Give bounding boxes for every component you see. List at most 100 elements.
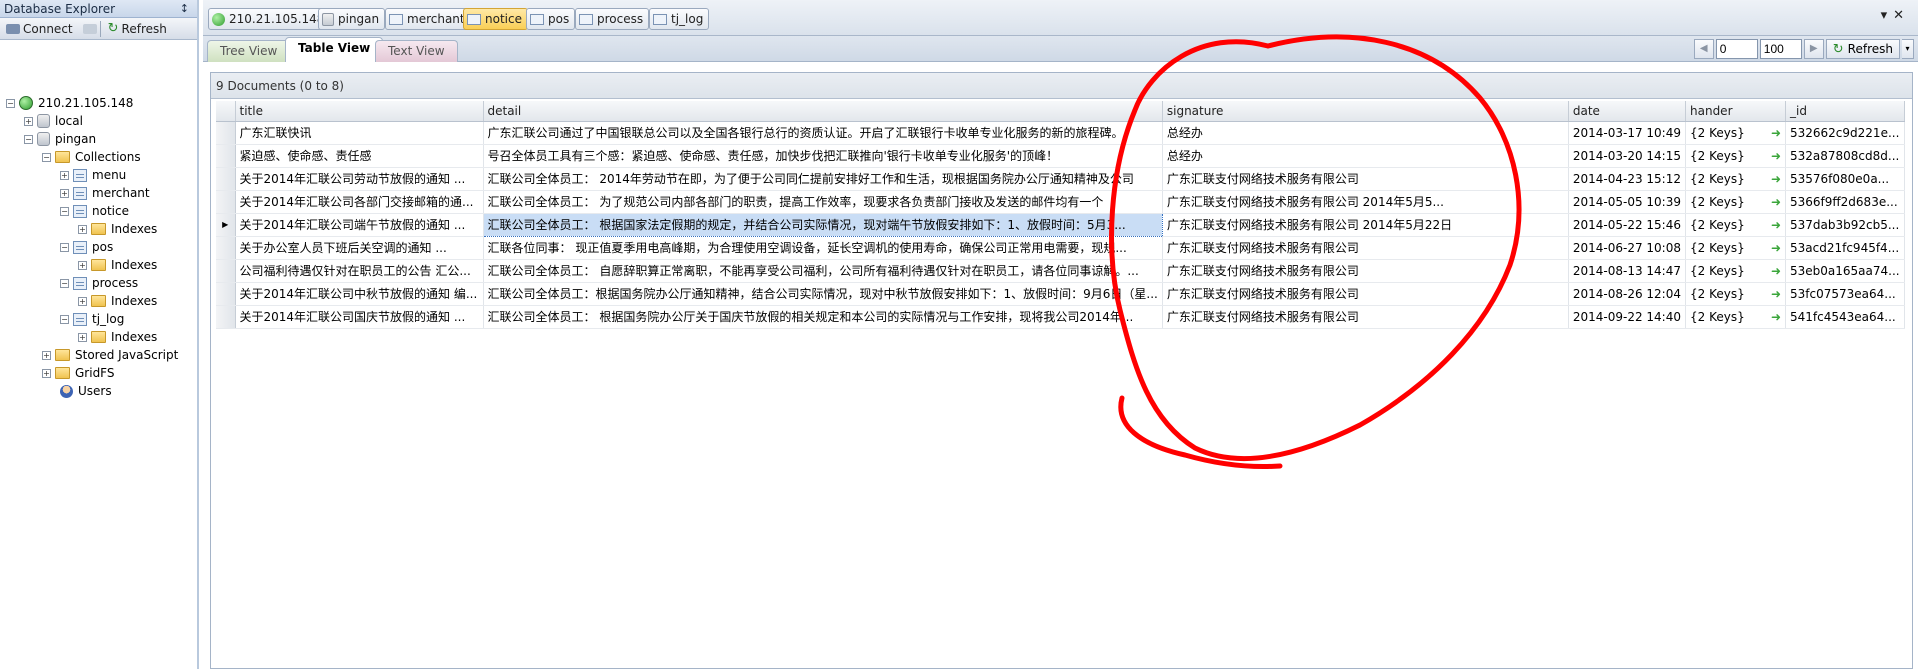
cell-detail[interactable]: 汇联公司全体员工： 2014年劳动节在即，为了便于公司同仁提前安排好工作和生活，… [483,167,1163,191]
tab-tree-view[interactable]: Tree View [207,40,291,62]
column-header-detail[interactable]: detail [483,101,1163,122]
cell-id[interactable]: 53fc07573ea64... [1785,282,1905,306]
refresh-options-dropdown[interactable]: ▾ [1902,39,1914,59]
expand-arrow-icon[interactable]: ➜ [1771,149,1781,163]
row-selector[interactable] [216,121,236,145]
cell-hander[interactable]: {2 Keys} ➜ [1685,121,1786,145]
cell-date[interactable]: 2014-08-13 14:47 [1568,259,1687,283]
expand-arrow-icon[interactable]: ➜ [1771,172,1781,186]
tree-node-notice[interactable]: − notice [60,202,129,220]
cell-date[interactable]: 2014-06-27 10:08 [1568,236,1687,260]
expand-arrow-icon[interactable]: ➜ [1771,241,1781,255]
cell-detail[interactable]: 汇联公司全体员工： 为了规范公司内部各部门的职责，提高工作效率，现要求各负责部门… [483,190,1163,214]
tree-node-server[interactable]: −210.21.105.148 [6,94,133,112]
tree-node-stored-javascript[interactable]: + Stored JavaScript [42,346,178,364]
cell-detail[interactable]: 汇联公司全体员工： 自愿辞职算正常离职，不能再享受公司福利，公司所有福利待遇仅针… [483,259,1163,283]
expand-toggle[interactable]: + [78,332,87,342]
cell-title[interactable]: 公司福利待遇仅针对在职员工的公告 汇公... [235,259,484,283]
cell-hander[interactable]: {2 Keys} ➜ [1685,190,1786,214]
disconnect-icon[interactable] [82,23,97,34]
table-row[interactable]: 关于办公室人员下班后关空调的通知 ... 汇联各位同事： 现正值夏季用电高峰期，为… [216,236,1905,260]
cell-signature[interactable]: 广东汇联支付网络技术服务有限公司 2014年5月22日 [1162,213,1569,237]
cell-date[interactable]: 2014-03-17 10:49 [1568,121,1687,145]
table-row[interactable]: 关于2014年汇联公司各部门交接邮箱的通... 汇联公司全体员工： 为了规范公司内… [216,190,1905,214]
cell-signature[interactable]: 广东汇联支付网络技术服务有限公司 [1162,236,1569,260]
collapse-toggle[interactable]: − [42,152,51,162]
tree-node-notice-indexes[interactable]: + Indexes [78,220,157,238]
cell-date[interactable]: 2014-03-20 14:15 [1568,144,1687,168]
tab-table-view[interactable]: Table View [285,37,384,62]
expand-toggle[interactable]: + [24,116,33,126]
cell-detail[interactable]: 汇联各位同事： 现正值夏季用电高峰期，为合理使用空调设备，延长空调机的使用寿命，… [483,236,1163,260]
tree-node-tj-log[interactable]: − tj_log [60,310,124,328]
column-header-id[interactable]: _id [1785,101,1905,122]
table-row[interactable]: 关于2014年汇联公司劳动节放假的通知 ... 汇联公司全体员工： 2014年劳动… [216,167,1905,191]
dropdown-arrow-icon[interactable]: ▾ [1881,8,1894,23]
cell-id[interactable]: 53acd21fc945f4... [1785,236,1905,260]
expand-arrow-icon[interactable]: ➜ [1771,310,1781,324]
cell-id[interactable]: 532a87808cd8d... [1785,144,1905,168]
previous-page-button[interactable]: ◀ [1693,39,1714,59]
row-selector[interactable] [216,190,236,214]
cell-hander[interactable]: {2 Keys} ➜ [1685,236,1786,260]
cell-detail[interactable]: 汇联公司全体员工： 根据国家法定假期的规定，并结合公司实际情况，现对端午节放假安… [482,212,1163,237]
expand-toggle[interactable]: + [78,224,87,234]
expand-toggle[interactable]: + [42,350,51,360]
limit-input[interactable] [1759,39,1802,59]
tab-pos[interactable]: pos [526,8,576,30]
tab-server[interactable]: 210.21.105.148 [208,8,331,30]
row-selector[interactable]: ▶ [216,213,236,237]
row-selector[interactable] [216,305,236,329]
tree-node-tj-log-indexes[interactable]: + Indexes [78,328,157,346]
cell-hander[interactable]: {2 Keys} ➜ [1685,259,1786,283]
cell-signature[interactable]: 广东汇联支付网络技术服务有限公司 [1162,282,1569,306]
cell-hander[interactable]: {2 Keys} ➜ [1685,305,1786,329]
column-header-date[interactable]: date [1568,101,1687,122]
tab-merchant[interactable]: merchant [385,8,471,30]
tab-tj-log[interactable]: tj_log [649,8,710,30]
expand-arrow-icon[interactable]: ➜ [1771,287,1781,301]
pin-icon[interactable]: ↕ [180,2,189,15]
table-row[interactable]: 公司福利待遇仅针对在职员工的公告 汇公... 汇联公司全体员工： 自愿辞职算正常离… [216,259,1905,283]
connect-button[interactable]: Connect [2,21,77,37]
cell-signature[interactable]: 广东汇联支付网络技术服务有限公司 [1162,167,1569,191]
cell-title[interactable]: 关于2014年汇联公司端午节放假的通知 ... [235,213,484,237]
cell-detail[interactable]: 广东汇联公司通过了中国银联总公司以及全国各银行总行的资质认证。开启了汇联银行卡收… [483,121,1163,145]
column-header-signature[interactable]: signature [1162,101,1569,122]
tree-node-local[interactable]: + local [24,112,83,130]
cell-detail[interactable]: 汇联公司全体员工：根据国务院办公厅通知精神，结合公司实际情况，现对中秋节放假安排… [483,282,1163,306]
refresh-button[interactable]: ↻ Refresh [1825,39,1900,59]
row-selector[interactable] [216,144,236,168]
collapse-toggle[interactable]: − [60,314,69,324]
cell-title[interactable]: 关于2014年汇联公司各部门交接邮箱的通... [235,190,484,214]
column-header-title[interactable]: title [235,101,484,122]
cell-hander[interactable]: {2 Keys} ➜ [1685,167,1786,191]
cell-title[interactable]: 紧迫感、使命感、责任感 [235,144,484,168]
row-selector[interactable] [216,259,236,283]
cell-title[interactable]: 关于办公室人员下班后关空调的通知 ... [235,236,484,260]
tree-node-process-indexes[interactable]: + Indexes [78,292,157,310]
cell-signature[interactable]: 总经办 [1162,144,1569,168]
column-header-hander[interactable]: hander [1685,101,1786,122]
skip-input[interactable] [1715,39,1758,59]
cell-signature[interactable]: 广东汇联支付网络技术服务有限公司 [1162,259,1569,283]
expand-toggle[interactable]: + [78,296,87,306]
cell-signature[interactable]: 广东汇联支付网络技术服务有限公司 2014年5月5... [1162,190,1569,214]
next-page-button[interactable]: ▶ [1803,39,1824,59]
tree-node-gridfs[interactable]: + GridFS [42,364,115,382]
tree-node-merchant[interactable]: + merchant [60,184,150,202]
cell-signature[interactable]: 总经办 [1162,121,1569,145]
collapse-toggle[interactable]: − [6,98,15,108]
row-selector[interactable] [216,282,236,306]
cell-detail[interactable]: 汇联公司全体员工： 根据国务院办公厅关于国庆节放假的相关规定和本公司的实际情况与… [483,305,1163,329]
cell-title[interactable]: 关于2014年汇联公司国庆节放假的通知 ... [235,305,484,329]
cell-id[interactable]: 537dab3b92cb5... [1785,213,1905,237]
table-row[interactable]: ▶ 关于2014年汇联公司端午节放假的通知 ... 汇联公司全体员工： 根据国家法定… [216,212,1905,237]
cell-title[interactable]: 关于2014年汇联公司劳动节放假的通知 ... [235,167,484,191]
cell-hander[interactable]: {2 Keys} ➜ [1685,144,1786,168]
cell-id[interactable]: 532662c9d221e... [1785,121,1905,145]
tree-node-pingan[interactable]: − pingan [24,130,96,148]
expand-toggle[interactable]: + [60,188,69,198]
close-icon[interactable]: ✕ [1893,8,1910,23]
cell-date[interactable]: 2014-04-23 15:12 [1568,167,1687,191]
